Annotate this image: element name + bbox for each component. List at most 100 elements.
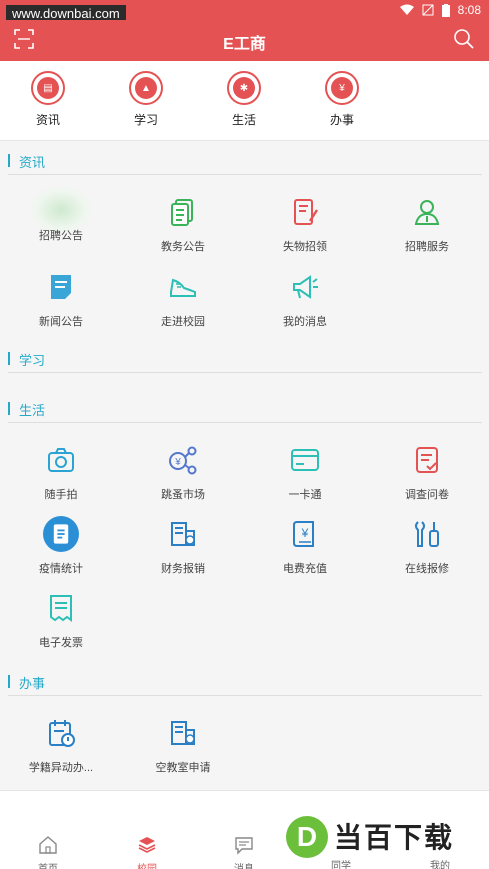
survey-icon <box>416 447 438 473</box>
logo-text: 当百下载 <box>334 822 455 853</box>
quicknav-item-affairs[interactable]: ¥ 办事 <box>312 71 372 128</box>
grid-item-label: 跳蚤市场 <box>161 489 205 501</box>
grid-item-status-change[interactable]: 学籍异动办... <box>11 718 111 775</box>
receipt-icon <box>50 595 72 622</box>
main-content: 资讯 招聘公告 教务公告 失物招领 招聘服务 新闻公告 走进校园 我的消息 学习… <box>0 142 489 792</box>
book-pen-icon <box>294 199 319 225</box>
tab-home[interactable]: 首页 <box>18 835 78 869</box>
clock: 8:08 <box>457 3 481 17</box>
tab-campus[interactable]: 校园 <box>117 835 177 869</box>
grid-item-empty-classroom[interactable]: 空教室申请 <box>133 718 233 775</box>
grid-item-label: 电费充值 <box>283 563 327 575</box>
bill-icon: ¥ <box>293 521 314 547</box>
quick-nav: ▤ 资讯 ▲ 学习 ✱ 生活 ¥ 办事 <box>0 61 489 141</box>
tab-label: 首页 <box>18 860 78 869</box>
section-header-affairs: 办事 <box>8 666 482 696</box>
grid-item-news[interactable]: 新闻公告 <box>11 272 111 329</box>
tab-label: 消息 <box>214 860 274 869</box>
home-icon <box>39 836 57 854</box>
grid-item-label: 财务报销 <box>161 563 205 575</box>
quicknav-label: 办事 <box>329 113 354 127</box>
quicknav-label: 生活 <box>231 113 256 127</box>
grid-item-snapshot[interactable]: 随手拍 <box>11 445 111 502</box>
message-icon <box>235 837 253 855</box>
wifi-icon <box>399 4 414 15</box>
layers-icon <box>138 837 156 853</box>
grid-item-campus[interactable]: 走进校园 <box>133 272 233 329</box>
card-icon <box>291 449 319 471</box>
search-icon[interactable] <box>453 28 475 50</box>
grid-item-label: 空教室申请 <box>155 762 211 774</box>
documents-icon <box>171 199 193 226</box>
grid-item-label: 在线报修 <box>405 563 449 575</box>
calendar-alert-icon <box>49 720 75 747</box>
camera-icon <box>48 448 74 472</box>
graduation-cap-icon: ▲ <box>129 71 163 105</box>
grid-item-label: 学籍异动办... <box>28 762 94 774</box>
grid-item-electricity[interactable]: ¥ 电费充值 <box>255 519 355 576</box>
section-header-news: 资讯 <box>8 145 482 175</box>
status-icons: 8:08 <box>399 3 481 17</box>
grid-item-label: 招聘服务 <box>405 241 449 253</box>
tab-messages[interactable]: 消息 <box>214 835 274 869</box>
grid-item-label: 随手拍 <box>44 489 78 501</box>
section-header-life: 生活 <box>8 393 482 423</box>
grid-item-repair[interactable]: 在线报修 <box>377 519 477 576</box>
grid-item-label: 调查问卷 <box>405 489 449 501</box>
grid-item-label: 失物招领 <box>283 241 327 253</box>
section-bar <box>8 402 10 415</box>
megaphone-icon <box>293 275 318 299</box>
grid-item-label: 疫情统计 <box>39 563 83 575</box>
building-icon <box>171 721 195 745</box>
grid-item-finance[interactable]: 财务报销 <box>133 519 233 576</box>
news-icon: ▤ <box>31 71 65 105</box>
stats-icon <box>43 516 79 552</box>
grid-item-my-messages[interactable]: 我的消息 <box>255 272 355 329</box>
grid-item-campus-card[interactable]: 一卡通 <box>255 445 355 502</box>
grid-item-epidemic-stats[interactable]: 疫情统计 <box>11 516 111 576</box>
grid-item-label: 电子发票 <box>39 637 83 649</box>
money-bag-icon: ¥ <box>325 71 359 105</box>
page-title: E工商 <box>223 36 266 53</box>
section-bar <box>8 154 10 167</box>
section-title: 学习 <box>19 353 46 368</box>
grid-item-label: 招聘公告 <box>39 230 83 242</box>
grid-item-survey[interactable]: 调查问卷 <box>377 445 477 502</box>
section-title: 办事 <box>19 676 46 691</box>
quicknav-item-life[interactable]: ✱ 生活 <box>214 71 274 128</box>
section-bar <box>8 675 10 688</box>
tab-label: 校园 <box>117 860 177 869</box>
grid-item-label: 走进校园 <box>161 316 205 328</box>
grid-item-recruit-notice[interactable]: 招聘公告 <box>11 187 111 243</box>
grid-item-recruit-service[interactable]: 招聘服务 <box>377 197 477 254</box>
grid-item-label: 新闻公告 <box>39 316 83 328</box>
wrench-icon <box>415 521 439 547</box>
sneaker-icon <box>170 278 196 297</box>
grid-item-flea-market[interactable]: ¥ 跳蚤市场 <box>133 445 233 502</box>
palm-tree-icon: ✱ <box>227 71 261 105</box>
logo-d-badge: D <box>286 816 328 858</box>
app-bar: E工商 <box>0 20 489 61</box>
battery-icon <box>441 3 450 17</box>
quicknav-item-news[interactable]: ▤ 资讯 <box>18 71 78 128</box>
status-bar: www.downbai.com 8:08 <box>0 0 489 24</box>
note-icon <box>51 275 71 299</box>
section-title: 生活 <box>19 403 46 418</box>
quicknav-item-study[interactable]: ▲ 学习 <box>116 71 176 128</box>
grid-item-lost-found[interactable]: 失物招领 <box>255 197 355 254</box>
grid-item-label: 一卡通 <box>288 489 322 501</box>
section-header-study: 学习 <box>8 343 482 373</box>
section-title: 资讯 <box>19 155 46 170</box>
grid-item-label: 我的消息 <box>283 316 327 328</box>
building-icon <box>171 522 195 546</box>
quicknav-label: 学习 <box>133 113 158 127</box>
person-icon <box>414 200 440 225</box>
quicknav-label: 资讯 <box>35 113 60 127</box>
site-logo-watermark: D 当百下载 <box>286 812 482 860</box>
no-signal-icon <box>422 4 434 16</box>
svg-text:¥: ¥ <box>174 457 181 468</box>
grid-item-e-invoice[interactable]: 电子发票 <box>11 593 111 650</box>
grid-item-label: 教务公告 <box>161 241 205 253</box>
svg-text:¥: ¥ <box>301 526 309 540</box>
grid-item-academic-notice[interactable]: 教务公告 <box>133 197 233 254</box>
